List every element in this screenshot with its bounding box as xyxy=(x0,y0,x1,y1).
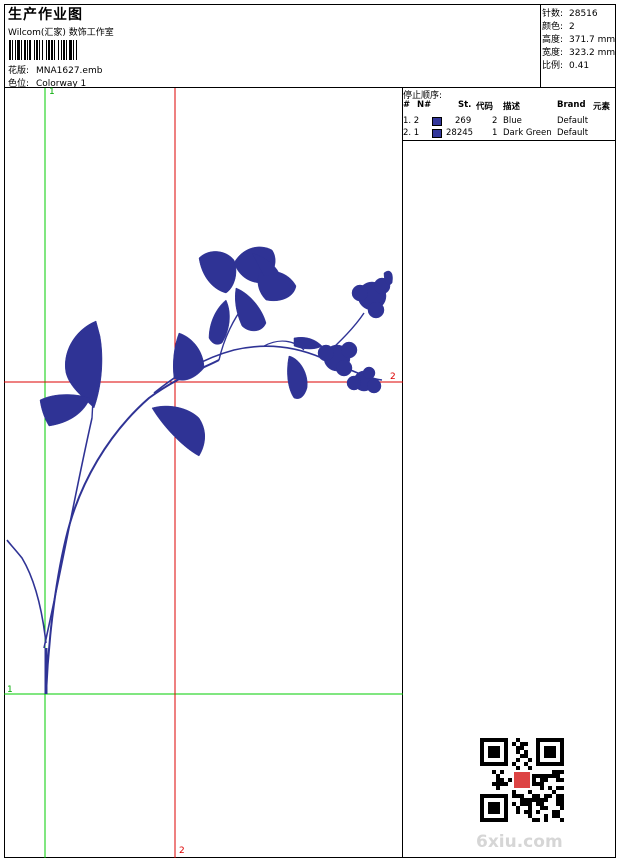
page-title: 生产作业图 xyxy=(8,7,83,23)
stat-label: 高度: xyxy=(542,35,564,45)
stat-value: 2 xyxy=(569,22,575,32)
row-index: 1. 2 xyxy=(403,116,420,126)
col-description: 描述 xyxy=(503,102,521,112)
stat-label: 宽度: xyxy=(542,48,564,58)
header-info: 生产作业图 Wilcom(汇家) 数饰工作室 花版: MNA1627.emb 色位… xyxy=(4,4,541,89)
header: 生产作业图 Wilcom(汇家) 数饰工作室 花版: MNA1627.emb 色位… xyxy=(4,4,616,89)
stat-label: 比例: xyxy=(542,61,564,71)
col-element: 元素 xyxy=(593,102,611,112)
design-stats: 针数: 28516 颜色: 2 高度: 371.7 mm 宽度: 323.2 mm 比例… xyxy=(542,4,616,87)
row-stitches: 269 xyxy=(455,116,472,126)
row-brand: Default xyxy=(557,116,589,126)
stat-height: 高度: 371.7 mm xyxy=(542,32,615,45)
row-code: 2 xyxy=(492,116,498,126)
stat-value: 28516 xyxy=(569,9,598,19)
stat-value: 0.41 xyxy=(569,61,590,71)
pattern-line: 花版: MNA1627.emb xyxy=(8,63,102,76)
row-description: Blue xyxy=(503,116,522,126)
flower-motif xyxy=(6,246,393,695)
stat-width: 宽度: 323.2 mm xyxy=(542,45,615,58)
red-vertical-marker: 2 xyxy=(179,846,185,856)
col-needle: N# xyxy=(417,100,432,110)
table-header: # N# St. 代码 描述 Brand 元素 xyxy=(403,100,616,112)
pattern-label: 花版: xyxy=(8,66,30,76)
stat-scale: 比例: 0.41 xyxy=(542,58,589,71)
col-brand: Brand xyxy=(557,100,586,110)
watermark-logo: 6xiu.com xyxy=(476,832,563,852)
stat-label: 针数: xyxy=(542,9,564,19)
row-code: 1 xyxy=(492,128,498,138)
barcode-bar xyxy=(77,40,78,60)
col-index: # xyxy=(403,100,411,110)
stat-stitches: 针数: 28516 xyxy=(542,6,598,19)
stat-label: 颜色: xyxy=(542,22,564,32)
design-canvas: 1 1 2 2 xyxy=(4,87,403,858)
row-brand: Default xyxy=(557,128,589,138)
barcode xyxy=(9,40,144,60)
pattern-file: MNA1627.emb xyxy=(36,66,103,76)
stat-colors: 颜色: 2 xyxy=(542,19,575,32)
row-index: 2. 1 xyxy=(403,128,420,138)
embroidery-preview xyxy=(4,88,403,858)
table-row: 1. 2 269 2 Blue Default xyxy=(403,116,616,128)
stat-value: 323.2 mm xyxy=(569,48,616,58)
qr-code xyxy=(480,738,564,822)
row-description: Dark Green xyxy=(503,128,552,138)
red-horizontal-marker: 2 xyxy=(390,372,396,382)
col-stitches: St. xyxy=(458,100,472,110)
row-stitches: 28245 xyxy=(446,128,474,138)
table-divider xyxy=(403,140,616,141)
green-vertical-marker: 1 xyxy=(49,87,55,97)
stat-value: 371.7 mm xyxy=(569,35,616,45)
col-code: 代码 xyxy=(476,102,494,112)
table-row: 2. 1 28245 1 Dark Green Default xyxy=(403,128,616,140)
studio-name: Wilcom(汇家) 数饰工作室 xyxy=(8,28,114,38)
green-horizontal-marker: 1 xyxy=(7,685,13,695)
